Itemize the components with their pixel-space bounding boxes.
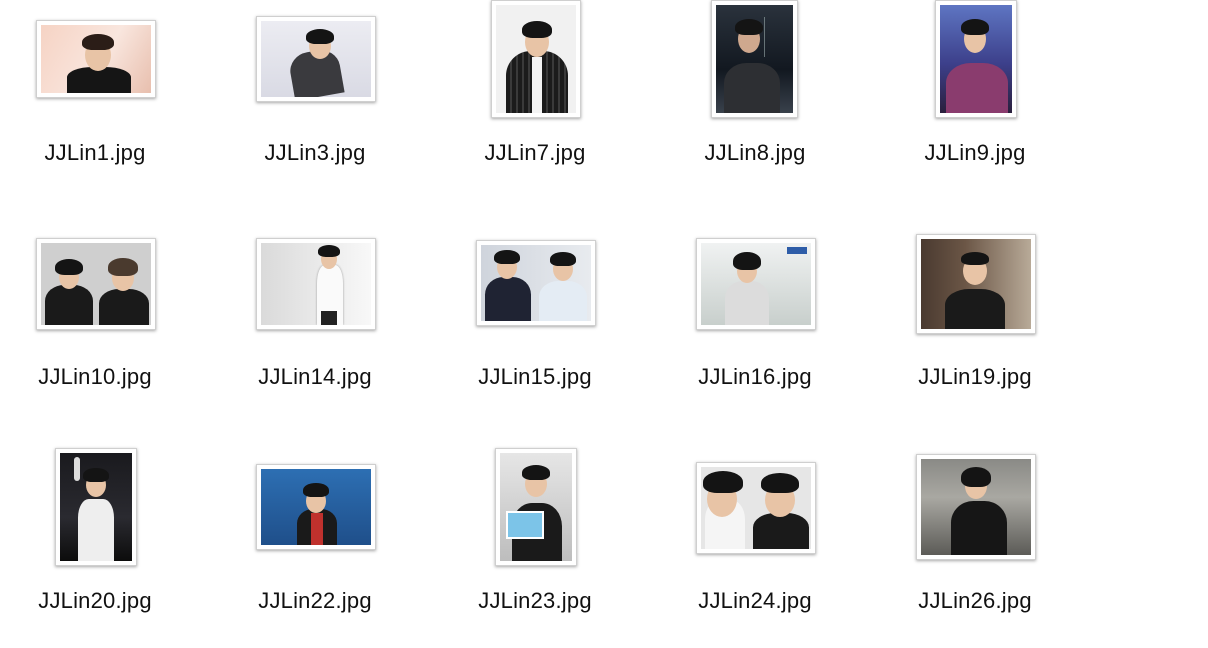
file-item[interactable]: JJLin10.jpg [0, 224, 195, 424]
file-item[interactable]: JJLin19.jpg [875, 224, 1075, 424]
file-name: JJLin15.jpg [478, 364, 592, 389]
file-name: JJLin1.jpg [44, 140, 146, 165]
file-item[interactable]: JJLin22.jpg [215, 448, 415, 648]
file-item[interactable]: JJLin14.jpg [215, 224, 415, 424]
image-thumbnail[interactable] [916, 234, 1036, 334]
file-item[interactable]: JJLin3.jpg [215, 0, 415, 200]
file-item[interactable]: JJLin24.jpg [655, 448, 855, 648]
file-item[interactable]: JJLin1.jpg [0, 0, 195, 200]
image-thumbnail[interactable] [935, 0, 1017, 118]
file-name: JJLin9.jpg [924, 140, 1026, 165]
file-item[interactable]: JJLin8.jpg [655, 0, 855, 200]
image-thumbnail[interactable] [696, 462, 816, 554]
image-thumbnail[interactable] [476, 240, 596, 326]
file-name: JJLin10.jpg [38, 364, 152, 389]
file-item[interactable]: JJLin23.jpg [435, 448, 635, 648]
image-thumbnail[interactable] [491, 0, 581, 118]
file-name: JJLin20.jpg [38, 588, 152, 613]
file-item[interactable]: JJLin26.jpg [875, 448, 1075, 648]
file-name: JJLin8.jpg [704, 140, 806, 165]
file-name: JJLin7.jpg [484, 140, 586, 165]
image-thumbnail[interactable] [256, 464, 376, 550]
file-item[interactable]: JJLin15.jpg [435, 224, 635, 424]
file-name: JJLin26.jpg [918, 588, 1032, 613]
file-item[interactable]: JJLin16.jpg [655, 224, 855, 424]
image-thumbnail[interactable] [495, 448, 577, 566]
file-name: JJLin23.jpg [478, 588, 592, 613]
file-name: JJLin19.jpg [918, 364, 1032, 389]
file-name: JJLin22.jpg [258, 588, 372, 613]
file-name: JJLin14.jpg [258, 364, 372, 389]
file-item[interactable]: JJLin20.jpg [0, 448, 195, 648]
image-thumbnail[interactable] [916, 454, 1036, 560]
image-thumbnail[interactable] [256, 238, 376, 330]
image-thumbnail[interactable] [36, 20, 156, 98]
file-item[interactable]: JJLin7.jpg [435, 0, 635, 200]
image-thumbnail[interactable] [696, 238, 816, 330]
image-thumbnail[interactable] [36, 238, 156, 330]
image-thumbnail[interactable] [256, 16, 376, 102]
image-thumbnail[interactable] [55, 448, 137, 566]
file-name: JJLin3.jpg [264, 140, 366, 165]
file-name: JJLin24.jpg [698, 588, 812, 613]
file-name: JJLin16.jpg [698, 364, 812, 389]
file-item[interactable]: JJLin9.jpg [875, 0, 1075, 200]
image-thumbnail[interactable] [711, 0, 798, 118]
